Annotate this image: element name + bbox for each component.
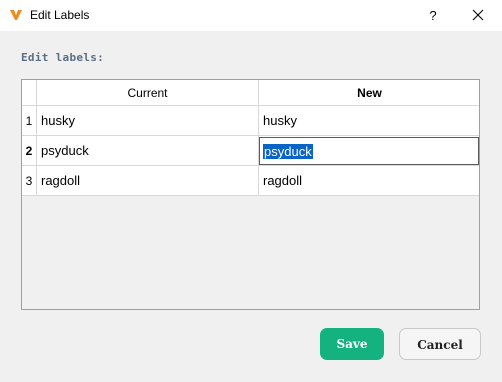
- table-row: 1 husky husky: [22, 106, 479, 136]
- app-logo-icon: [10, 10, 22, 20]
- labels-table: Current New 1 husky husky 2 psyduck psyd…: [21, 79, 480, 310]
- new-label-cell[interactable]: ragdoll: [259, 166, 479, 196]
- new-label-editor[interactable]: psyduck: [259, 137, 479, 165]
- table-corner[interactable]: [22, 80, 37, 106]
- table-row: 3 ragdoll ragdoll: [22, 166, 479, 196]
- row-number[interactable]: 3: [22, 166, 37, 196]
- row-number[interactable]: 1: [22, 106, 37, 136]
- save-button[interactable]: Save: [320, 328, 384, 360]
- cancel-button[interactable]: Cancel: [399, 328, 481, 360]
- new-label-cell[interactable]: husky: [259, 106, 479, 136]
- close-button[interactable]: [463, 0, 493, 31]
- current-label-cell[interactable]: psyduck: [37, 136, 259, 166]
- edit-labels-dialog: Edit Labels ? Edit labels: Current New 1…: [0, 0, 502, 382]
- table-header: Current New: [37, 80, 479, 106]
- help-button[interactable]: ?: [418, 0, 448, 31]
- row-number[interactable]: 2: [22, 136, 37, 166]
- title-bar: Edit Labels ?: [0, 0, 502, 31]
- edit-labels-heading: Edit labels:: [21, 51, 105, 64]
- table-row: 2 psyduck psyduck: [22, 136, 479, 166]
- column-header-new[interactable]: New: [259, 80, 479, 106]
- current-label-cell[interactable]: husky: [37, 106, 259, 136]
- current-label-cell[interactable]: ragdoll: [37, 166, 259, 196]
- column-header-current[interactable]: Current: [37, 80, 259, 106]
- window-title: Edit Labels: [30, 8, 90, 22]
- selected-text: psyduck: [263, 144, 313, 159]
- close-icon: [472, 9, 484, 21]
